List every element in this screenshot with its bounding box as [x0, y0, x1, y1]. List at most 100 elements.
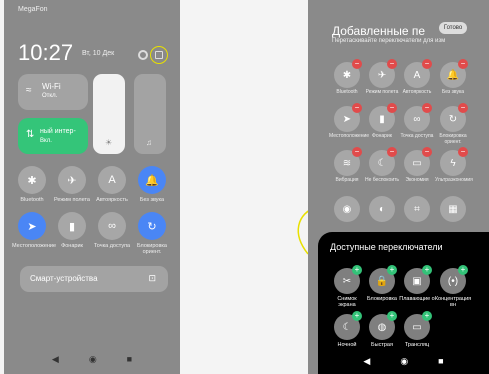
add-tile-button[interactable]: +: [458, 265, 468, 275]
tile-label: Местоположение: [329, 133, 370, 139]
tile-icon: ✈: [377, 69, 387, 81]
tile-label: Блокировка ориент.: [137, 243, 167, 255]
autobrightness-icon: A: [108, 174, 116, 186]
tile-icon: ◍: [377, 321, 387, 333]
tile-airplane[interactable]: ✈: [58, 166, 86, 194]
music-icon: ♫: [146, 138, 152, 147]
edit-tile[interactable]: ◉: [334, 196, 360, 222]
remove-tile-button[interactable]: −: [458, 59, 468, 69]
smart-devices-card[interactable]: Смарт-устройства ⊡: [20, 266, 168, 292]
tile-label: Без звука: [441, 89, 465, 95]
tile-icon: ◉: [342, 203, 352, 215]
tile-hotspot[interactable]: ∞: [98, 212, 126, 240]
remove-tile-button[interactable]: −: [387, 59, 397, 69]
remove-tile-button[interactable]: −: [387, 103, 397, 113]
tile-label: Снимок экрана: [337, 296, 357, 308]
tile-icon: ✱: [342, 69, 352, 81]
location-icon: ➤: [27, 220, 37, 233]
add-tile-button[interactable]: +: [352, 265, 362, 275]
remove-tile-button[interactable]: −: [458, 147, 468, 157]
remove-tile-button[interactable]: −: [422, 59, 432, 69]
tile-icon: ▮: [379, 113, 385, 125]
remove-tile-button[interactable]: −: [352, 59, 362, 69]
remove-tile-button[interactable]: −: [352, 103, 362, 113]
edit-tile[interactable]: ▦: [440, 196, 466, 222]
airplane-icon: ✈: [67, 174, 77, 187]
tile-bluetooth[interactable]: ✱: [18, 166, 46, 194]
add-tile-button[interactable]: +: [422, 311, 432, 321]
add-tile-button[interactable]: +: [422, 265, 432, 275]
tile-icon: ▭: [412, 157, 422, 169]
wifi-state: Откл.: [42, 93, 58, 99]
tile-label: Ночной: [337, 342, 357, 348]
tile-icon: A: [413, 69, 421, 81]
remove-tile-button[interactable]: −: [387, 147, 397, 157]
tile-label: Фонарик: [61, 243, 83, 249]
volume-slider[interactable]: ♫: [134, 74, 166, 154]
tile-icon: ☾: [377, 157, 387, 169]
edit-tile[interactable]: ◐: [369, 196, 395, 222]
remove-tile-button[interactable]: −: [352, 147, 362, 157]
mobile-data-state: Вкл.: [40, 138, 52, 144]
remove-tile-button[interactable]: −: [422, 103, 432, 113]
add-tile-button[interactable]: +: [352, 311, 362, 321]
tile-rotation-lock[interactable]: ↻: [138, 212, 166, 240]
wifi-icon: ≈: [26, 85, 32, 96]
tile-label: Фонарик: [372, 133, 392, 139]
remove-tile-button[interactable]: −: [458, 103, 468, 113]
clock: 10:27: [18, 40, 74, 65]
back-icon[interactable]: ◀: [52, 354, 59, 365]
tile-silent[interactable]: 🔔: [138, 166, 166, 194]
home-icon[interactable]: ◉: [400, 356, 408, 367]
gear-icon[interactable]: [138, 50, 148, 60]
tile-icon: ≋: [342, 157, 352, 169]
tile-icon: 🔒: [375, 275, 389, 287]
wifi-title: Wi-Fi: [42, 82, 61, 91]
bell-off-icon: 🔔: [145, 174, 159, 187]
tile-icon: ϟ: [450, 157, 456, 169]
rotation-lock-icon: ↻: [147, 220, 157, 233]
remove-tile-button[interactable]: −: [422, 147, 432, 157]
tile-label: Трансляц: [404, 342, 430, 348]
edit-tile[interactable]: ⌗: [404, 196, 430, 222]
nav-bar-dark: ◀ ◉ ■: [318, 356, 489, 367]
tile-icon: ◐: [378, 203, 386, 215]
recents-icon[interactable]: ■: [438, 356, 443, 367]
tile-label: Местоположение: [12, 243, 57, 249]
tile-icon: ▭: [412, 321, 422, 333]
date-label: Вт, 10 Дек: [82, 50, 115, 57]
home-icon[interactable]: ◉: [89, 354, 97, 365]
mobile-data-icon: ⇅: [26, 129, 35, 140]
tile-icon: ▦: [448, 203, 458, 215]
tile-label: Экономия: [405, 177, 429, 183]
mobile-data-card[interactable]: ⇅ ный интер- Вкл.: [18, 118, 88, 154]
tile-label: Ультраэкономия: [435, 177, 473, 183]
tile-icon: ➤: [342, 113, 352, 125]
tile-icon: ∞: [413, 113, 421, 125]
smart-devices-icon: ⊡: [148, 273, 156, 283]
add-tile-button[interactable]: +: [387, 265, 397, 275]
tile-location[interactable]: ➤: [18, 212, 46, 240]
edit-icon[interactable]: [155, 51, 163, 59]
recents-icon[interactable]: ■: [127, 354, 132, 365]
tile-label: Режим полета: [53, 197, 90, 203]
tile-icon: ☾: [342, 321, 352, 333]
wifi-card[interactable]: Wi-Fi Откл. ≈: [18, 74, 88, 110]
done-button[interactable]: Готово: [439, 22, 467, 34]
tile-label: Блокировка ориент.: [439, 133, 467, 145]
tile-label: Точка доступа: [400, 133, 434, 139]
add-tile-button[interactable]: +: [387, 311, 397, 321]
tile-icon: ▣: [412, 275, 422, 287]
tile-autobrightness[interactable]: A: [98, 166, 126, 194]
mobile-data-title: ный интер-: [40, 128, 76, 135]
tile-label: Без звука: [139, 197, 165, 203]
page-subtitle: Перетаскивайте переключатели для изм: [332, 38, 446, 44]
tile-label: Не беспокоить: [364, 177, 400, 183]
tile-label: Автояркость: [402, 89, 432, 95]
tile-flashlight[interactable]: ▮: [58, 212, 86, 240]
brightness-slider[interactable]: ☀: [93, 74, 125, 154]
tile-label: Автояркость: [96, 197, 128, 203]
tile-label: Блокировка: [367, 296, 397, 302]
bluetooth-icon: ✱: [27, 174, 37, 187]
back-icon[interactable]: ◀: [363, 356, 370, 367]
